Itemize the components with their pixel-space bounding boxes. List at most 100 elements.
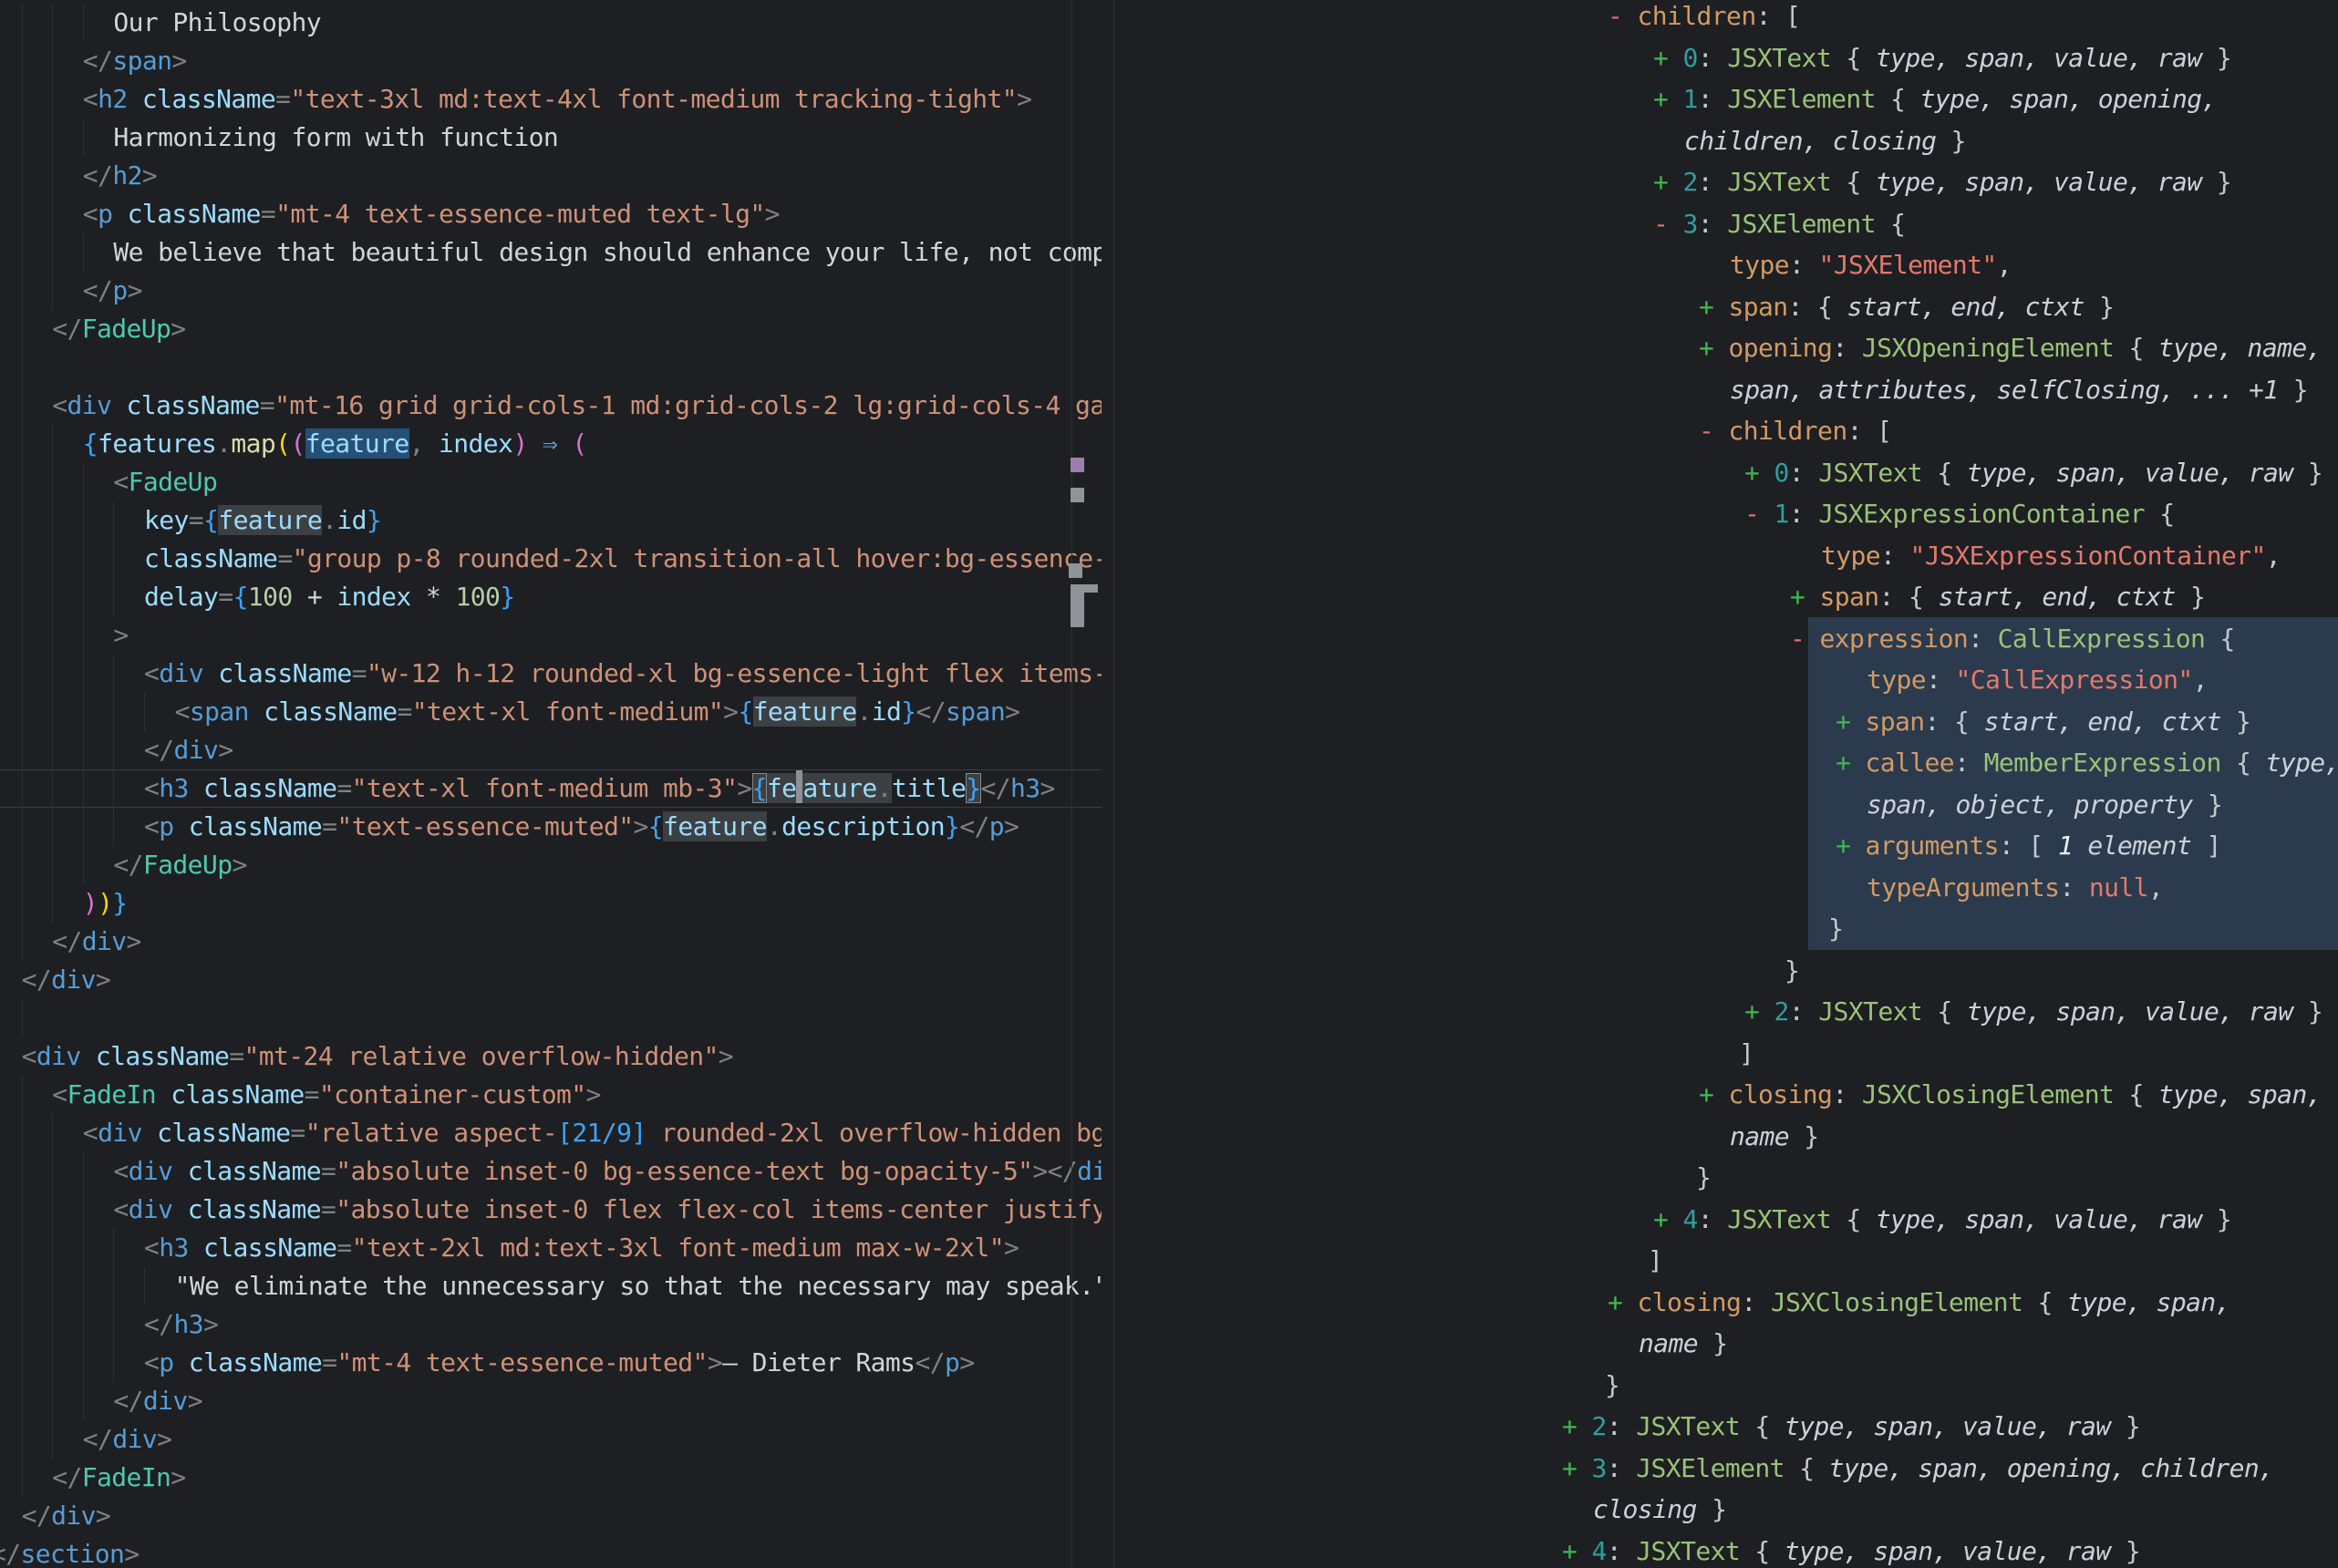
ast-row[interactable]: + span: { start, end, ctxt }: [1836, 701, 2250, 742]
code-line[interactable]: <div className="mt-24 relative overflow-…: [22, 1037, 733, 1076]
ast-row[interactable]: }: [1696, 1157, 1711, 1198]
ast-row[interactable]: + 2: JSXText { type, span, value, raw }: [1562, 1406, 2140, 1447]
code-line[interactable]: </div>: [52, 923, 141, 961]
ast-toggle-expand-icon[interactable]: +: [1836, 707, 1866, 737]
ast-row[interactable]: ]: [1739, 1033, 1754, 1074]
overview-ruler-mark[interactable]: [1069, 563, 1082, 578]
ast-toggle-expand-icon[interactable]: +: [1562, 1453, 1592, 1483]
ast-row[interactable]: - expression: CallExpression {: [1790, 618, 2235, 659]
code-line[interactable]: <p className="mt-4 text-essence-muted te…: [83, 195, 780, 233]
ast-row[interactable]: children, closing }: [1684, 120, 1966, 161]
code-line[interactable]: <FadeIn className="container-custom">: [52, 1076, 601, 1114]
code-line[interactable]: >: [113, 616, 128, 655]
ast-row[interactable]: - children: [: [1699, 410, 1891, 451]
code-line[interactable]: </div>: [144, 731, 233, 769]
ast-toggle-expand-icon[interactable]: +: [1653, 43, 1683, 73]
overview-ruler-mark[interactable]: [1071, 584, 1098, 593]
ast-row[interactable]: + 0: JSXText { type, span, value, raw }: [1744, 452, 2322, 493]
code-line[interactable]: <h2 className="text-3xl md:text-4xl font…: [83, 80, 1032, 119]
ast-toggle-expand-icon[interactable]: +: [1562, 1411, 1592, 1441]
ast-row[interactable]: type: "JSXElement",: [1730, 244, 2012, 285]
ast-toggle-collapse-icon[interactable]: -: [1744, 499, 1774, 529]
ast-toggle-expand-icon[interactable]: +: [1836, 830, 1866, 861]
ast-row[interactable]: + callee: MemberExpression { type,: [1836, 742, 2338, 783]
ast-toggle-expand-icon[interactable]: +: [1699, 1079, 1729, 1109]
code-line[interactable]: </FadeIn>: [52, 1459, 185, 1497]
code-line[interactable]: </div>: [22, 961, 111, 999]
code-line[interactable]: "We eliminate the unnecessary so that th…: [175, 1267, 1102, 1305]
ast-toggle-expand-icon[interactable]: +: [1608, 1287, 1638, 1317]
ast-toggle-expand-icon[interactable]: +: [1699, 292, 1729, 322]
ast-row[interactable]: span, object, property }: [1867, 784, 2222, 825]
ast-row[interactable]: }: [1785, 950, 1799, 991]
ast-row[interactable]: + opening: JSXOpeningElement { type, nam…: [1699, 327, 2322, 368]
overview-ruler-mark[interactable]: [1071, 458, 1084, 472]
overview-ruler-mark[interactable]: [1071, 593, 1084, 627]
ast-row[interactable]: ]: [1648, 1240, 1662, 1281]
ast-row[interactable]: type: "CallExpression",: [1867, 659, 2208, 700]
ast-row[interactable]: name }: [1730, 1116, 1819, 1157]
ast-row[interactable]: - children: [: [1608, 0, 1800, 36]
ast-row[interactable]: + 4: JSXText { type, span, value, raw }: [1562, 1531, 2140, 1568]
code-line[interactable]: <div className="absolute inset-0 flex fl…: [113, 1191, 1102, 1229]
code-line[interactable]: <div className="relative aspect-[21/9] r…: [83, 1114, 1102, 1152]
ast-toggle-expand-icon[interactable]: +: [1790, 582, 1820, 612]
ast-row[interactable]: + 1: JSXElement { type, span, opening,: [1653, 78, 2217, 119]
code-line[interactable]: <span className="text-xl font-medium">{f…: [175, 693, 1020, 731]
ast-toggle-expand-icon[interactable]: +: [1744, 996, 1774, 1026]
code-line[interactable]: </FadeUp>: [113, 846, 246, 884]
ast-toggle-expand-icon[interactable]: +: [1836, 748, 1866, 778]
code-line[interactable]: </FadeUp>: [52, 310, 185, 348]
ast-row[interactable]: + 4: JSXText { type, span, value, raw }: [1653, 1199, 2231, 1240]
ast-row[interactable]: + 3: JSXElement { type, span, opening, c…: [1562, 1448, 2273, 1489]
ast-row[interactable]: }: [1828, 908, 1843, 949]
code-editor-pane[interactable]: Our Philosophy</span><h2 className="text…: [0, 0, 1102, 1568]
code-line[interactable]: </div>: [83, 1420, 172, 1459]
ast-toggle-expand-icon[interactable]: +: [1653, 1204, 1683, 1234]
ast-toggle-expand-icon[interactable]: +: [1653, 84, 1683, 114]
code-line[interactable]: <div className="absolute inset-0 bg-esse…: [113, 1152, 1102, 1191]
ast-row[interactable]: + closing: JSXClosingElement { type, spa…: [1699, 1074, 2322, 1115]
ast-row[interactable]: name }: [1639, 1323, 1728, 1364]
code-line[interactable]: Harmonizing form with function: [113, 119, 558, 157]
code-line[interactable]: <p className="mt-4 text-essence-muted">–…: [144, 1344, 974, 1382]
ast-toggle-expand-icon[interactable]: +: [1699, 333, 1729, 363]
code-line[interactable]: <FadeUp: [113, 463, 217, 501]
ast-row[interactable]: }: [1605, 1365, 1619, 1406]
ast-row[interactable]: + 2: JSXText { type, span, value, raw }: [1744, 991, 2322, 1032]
ast-row[interactable]: + 2: JSXText { type, span, value, raw }: [1653, 161, 2231, 202]
ast-row[interactable]: + span: { start, end, ctxt }: [1790, 576, 2205, 617]
code-line[interactable]: </section>: [0, 1535, 140, 1568]
ast-row[interactable]: - 1: JSXExpressionContainer {: [1744, 493, 2174, 534]
code-line[interactable]: We believe that beautiful design should …: [113, 233, 1102, 272]
ast-toggle-collapse-icon[interactable]: -: [1653, 209, 1683, 239]
code-line[interactable]: ))}: [83, 884, 128, 923]
ast-toggle-collapse-icon[interactable]: -: [1790, 624, 1820, 654]
ast-row[interactable]: type: "JSXExpressionContainer",: [1821, 535, 2281, 576]
ast-row[interactable]: closing }: [1593, 1489, 1726, 1530]
code-line[interactable]: key={feature.id}: [144, 501, 381, 540]
code-line[interactable]: </span>: [83, 42, 187, 80]
code-line[interactable]: {features.map((feature, index) ⇒ (: [83, 425, 587, 463]
code-line[interactable]: <div className="mt-16 grid grid-cols-1 m…: [52, 387, 1102, 425]
overview-ruler-mark[interactable]: [1071, 488, 1084, 502]
code-line[interactable]: </h3>: [144, 1305, 218, 1344]
code-line[interactable]: delay={100 + index * 100}: [144, 578, 515, 616]
ast-toggle-expand-icon[interactable]: +: [1744, 458, 1774, 488]
code-line[interactable]: </div>: [113, 1382, 202, 1420]
code-line[interactable]: className="group p-8 rounded-2xl transit…: [144, 540, 1102, 578]
ast-row[interactable]: + arguments: [ 1 element ]: [1836, 825, 2221, 866]
code-line[interactable]: Our Philosophy: [113, 4, 321, 42]
ast-toggle-collapse-icon[interactable]: -: [1699, 416, 1729, 446]
ast-row[interactable]: span, attributes, selfClosing, ... +1 }: [1730, 369, 2308, 410]
code-line[interactable]: <div className="w-12 h-12 rounded-xl bg-…: [144, 655, 1102, 693]
ast-row[interactable]: - 3: JSXElement {: [1653, 203, 1905, 244]
ast-row[interactable]: + span: { start, end, ctxt }: [1699, 286, 2114, 327]
code-line[interactable]: <h3 className="text-xl font-medium mb-3"…: [144, 769, 1055, 808]
ast-row[interactable]: typeArguments: null,: [1867, 867, 2163, 908]
code-line[interactable]: <h3 className="text-2xl md:text-3xl font…: [144, 1229, 1019, 1267]
ast-row[interactable]: + closing: JSXClosingElement { type, spa…: [1608, 1282, 2230, 1323]
ast-toggle-collapse-icon[interactable]: -: [1608, 1, 1638, 31]
code-line[interactable]: </div>: [22, 1497, 111, 1535]
ast-toggle-expand-icon[interactable]: +: [1653, 167, 1683, 197]
